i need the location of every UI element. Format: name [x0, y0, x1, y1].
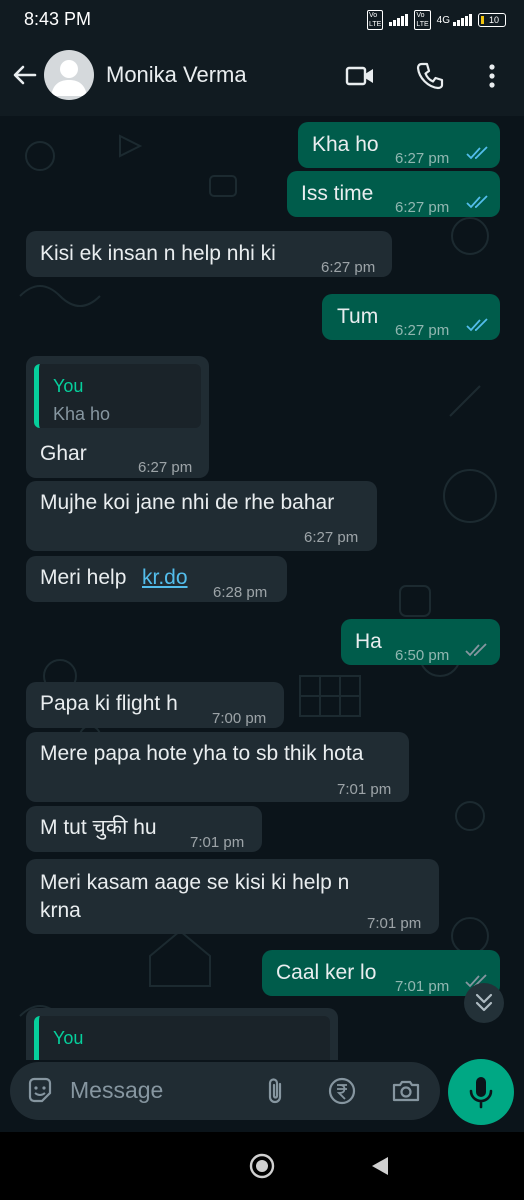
message-bubble-outgoing[interactable]: Ha 6:50 pm: [341, 619, 500, 665]
quoted-text: Kha ho: [53, 404, 111, 424]
battery-level: 10: [488, 15, 499, 25]
message-bubble-incoming-reply[interactable]: You Kha ho Ghar 6:27 pm: [26, 356, 209, 478]
battery-icon: 10: [478, 13, 506, 27]
quoted-message[interactable]: You: [34, 1016, 330, 1060]
message-text-line1: Meri kasam aage se kisi ki help n: [40, 871, 350, 894]
message-time: 6:50 pm: [395, 647, 450, 664]
message-text: Ha: [355, 630, 382, 653]
chat-area[interactable]: Kha ho 6:27 pm Iss time 6:27 pm Kisi ek …: [0, 116, 524, 1060]
volte-icon-2: Vo LTE: [414, 10, 431, 30]
camera-icon[interactable]: [390, 1075, 422, 1107]
message-time: 6:27 pm: [395, 150, 450, 167]
quoted-message[interactable]: You Kha ho: [34, 364, 201, 428]
message-time: 6:27 pm: [395, 322, 450, 339]
message-time: 7:01 pm: [337, 781, 392, 798]
message-bubble-incoming[interactable]: Mere papa hote yha to sb thik hota 7:01 …: [26, 732, 409, 802]
message-text: Iss time: [301, 182, 374, 205]
message-bubble-incoming[interactable]: Meri kasam aage se kisi ki help n krna 7…: [26, 859, 439, 934]
message-time: 7:01 pm: [190, 834, 245, 851]
delivered-ticks-icon: [465, 643, 487, 657]
avatar[interactable]: [44, 50, 94, 100]
message-text: Mere papa hote yha to sb thik hota: [40, 742, 364, 765]
message-text: Tum: [337, 305, 379, 328]
message-bubble-outgoing[interactable]: Tum 6:27 pm: [322, 294, 500, 340]
voice-call-icon[interactable]: [414, 60, 446, 92]
status-icons: Vo LTE Vo LTE 4G 10: [367, 10, 506, 30]
message-bubble-outgoing[interactable]: Iss time 6:27 pm: [287, 171, 500, 217]
emoji-sticker-icon[interactable]: [24, 1075, 56, 1107]
message-time: 7:00 pm: [212, 710, 267, 727]
rupee-payment-icon[interactable]: [326, 1075, 358, 1107]
quoted-author: You: [53, 376, 84, 396]
message-text: Mujhe koi jane nhi de rhe bahar: [40, 491, 335, 514]
message-time: 6:27 pm: [395, 199, 450, 216]
scroll-to-bottom-button[interactable]: [464, 983, 504, 1023]
message-time: 6:27 pm: [304, 529, 359, 546]
message-text-prefix: Meri help: [40, 566, 127, 589]
system-navigation-bar: [0, 1132, 524, 1200]
message-bubble-incoming-reply[interactable]: You: [26, 1008, 338, 1060]
quoted-author: You: [53, 1028, 84, 1048]
network-type: 4G: [436, 14, 450, 26]
signal-icon-2: [453, 14, 472, 26]
message-text: Caal ker lo: [276, 961, 377, 984]
contact-name[interactable]: Monika Verma: [106, 62, 247, 88]
message-time: 7:01 pm: [367, 915, 422, 932]
message-time: 6:27 pm: [138, 459, 193, 476]
message-input[interactable]: Message: [70, 1077, 163, 1104]
volte-icon: Vo LTE: [367, 10, 384, 30]
read-ticks-icon: [466, 318, 488, 332]
message-link[interactable]: kr.do: [142, 564, 188, 592]
avatar-icon: [51, 60, 87, 96]
message-time: 6:27 pm: [321, 259, 376, 276]
message-time: 7:01 pm: [395, 978, 450, 995]
message-bubble-incoming[interactable]: Mujhe koi jane nhi de rhe bahar 6:27 pm: [26, 481, 377, 551]
video-call-icon[interactable]: [344, 60, 376, 92]
message-text: Ghar: [40, 442, 87, 465]
microphone-icon: [469, 1077, 493, 1109]
home-icon[interactable]: [248, 1152, 276, 1180]
status-time: 8:43 PM: [24, 9, 92, 29]
message-text: Papa ki flight h: [40, 692, 178, 715]
message-text-line2: krna: [40, 899, 81, 922]
message-composer[interactable]: Message: [10, 1062, 440, 1120]
back-nav-icon[interactable]: [368, 1154, 392, 1178]
message-text: M tut चुकी hu: [40, 816, 157, 839]
attach-icon[interactable]: [260, 1075, 292, 1107]
voice-message-button[interactable]: [448, 1059, 514, 1125]
chat-header: Monika Verma: [0, 38, 524, 116]
more-options-icon[interactable]: [476, 60, 508, 92]
read-ticks-icon: [466, 195, 488, 209]
scroll-down-icon: [475, 993, 493, 1012]
message-bubble-incoming[interactable]: Papa ki flight h 7:00 pm: [26, 682, 284, 728]
message-time: 6:28 pm: [213, 584, 268, 601]
message-text: Kisi ek insan n help nhi ki: [40, 242, 276, 265]
message-bubble-incoming[interactable]: Kisi ek insan n help nhi ki 6:27 pm: [26, 231, 392, 277]
message-bubble-outgoing[interactable]: Kha ho 6:27 pm: [298, 122, 500, 168]
status-bar: 8:43 PM Vo LTE Vo LTE 4G 10: [0, 0, 524, 38]
back-arrow-icon[interactable]: [10, 60, 40, 90]
message-bubble-incoming[interactable]: Meri help kr.do 6:28 pm: [26, 556, 287, 602]
read-ticks-icon: [466, 146, 488, 160]
message-bubble-incoming[interactable]: M tut चुकी hu 7:01 pm: [26, 806, 262, 852]
message-text: Kha ho: [312, 133, 379, 156]
signal-icon: [389, 14, 409, 26]
